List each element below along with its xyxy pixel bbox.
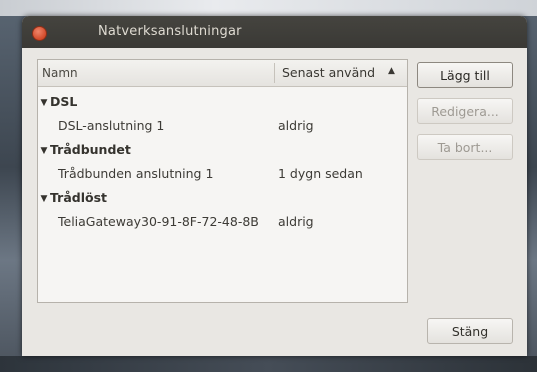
edit-button[interactable]: Redigera...	[417, 98, 513, 124]
connection-name[interactable]: DSL-anslutning 1	[58, 118, 164, 133]
triangle-down-icon[interactable]: ▼	[38, 194, 50, 204]
list-header: Namn Senast använd ▲	[38, 60, 407, 87]
column-header-last-used[interactable]: Senast använd	[282, 65, 375, 80]
group-label: DSL	[50, 94, 78, 109]
desktop-background-bottom	[0, 356, 537, 372]
column-divider	[274, 63, 275, 83]
connections-list[interactable]: Namn Senast använd ▲ ▼ DSL DSL-anslutning…	[37, 59, 408, 303]
connection-last-used[interactable]: aldrig	[278, 214, 314, 229]
triangle-down-icon[interactable]: ▼	[38, 146, 50, 156]
group-wired[interactable]: ▼ Trådbundet	[38, 142, 131, 157]
triangle-down-icon[interactable]: ▼	[38, 98, 50, 108]
group-dsl[interactable]: ▼ DSL	[38, 94, 78, 109]
connection-name[interactable]: TeliaGateway30-91-8F-72-48-8B	[58, 214, 259, 229]
connection-name[interactable]: Trådbunden anslutning 1	[58, 166, 213, 181]
connection-last-used[interactable]: 1 dygn sedan	[278, 166, 363, 181]
network-connections-window: Natverksanslutningar Namn Senast använd …	[22, 16, 527, 356]
group-label: Trådbundet	[50, 142, 131, 157]
window-title: Natverksanslutningar	[98, 24, 242, 39]
close-icon[interactable]	[32, 26, 47, 41]
delete-button[interactable]: Ta bort...	[417, 134, 513, 160]
sort-ascending-icon: ▲	[388, 66, 395, 76]
titlebar: Natverksanslutningar	[22, 16, 527, 48]
group-label: Trådlöst	[50, 190, 107, 205]
group-wireless[interactable]: ▼ Trådlöst	[38, 190, 107, 205]
close-button[interactable]: Stäng	[427, 318, 513, 344]
column-header-name[interactable]: Namn	[42, 66, 78, 80]
desktop-background-top	[0, 0, 537, 16]
add-button[interactable]: Lägg till	[417, 62, 513, 88]
connection-last-used[interactable]: aldrig	[278, 118, 314, 133]
